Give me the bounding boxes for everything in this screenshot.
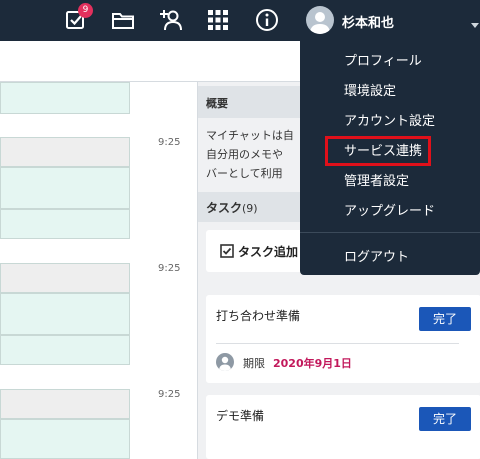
task-check-icon[interactable]: 9 xyxy=(63,3,93,33)
task-complete-button[interactable]: 完了 xyxy=(419,307,471,331)
message-time: 9:25 xyxy=(158,263,181,274)
apps-grid-icon[interactable] xyxy=(205,7,231,33)
add-contact-icon[interactable] xyxy=(158,7,184,33)
avatar xyxy=(306,6,334,34)
menu-item-logout[interactable]: ログアウト xyxy=(344,246,409,265)
overview-text: マイチャットは自 自分用のメモや バーとして利用 xyxy=(206,126,306,183)
due-label: 期限 xyxy=(243,357,265,370)
overview-line: 自分用のメモや xyxy=(206,148,283,161)
overview-line: マイチャットは自 xyxy=(206,129,294,142)
divider xyxy=(216,343,459,344)
task-item: 打ち合わせ準備 完了 期限 2020年9月1日 xyxy=(206,295,480,383)
task-count: (9) xyxy=(242,202,258,215)
overview-line: バーとして利用 xyxy=(206,167,283,180)
menu-item-account-settings[interactable]: アカウント設定 xyxy=(344,110,435,129)
task-complete-button[interactable]: 完了 xyxy=(419,407,471,431)
menu-item-upgrade[interactable]: アップグレード xyxy=(344,200,435,219)
info-icon[interactable] xyxy=(254,7,280,33)
message-time: 9:25 xyxy=(158,137,181,148)
task-count-badge: 9 xyxy=(78,3,93,18)
menu-item-service-integration[interactable]: サービス連携 xyxy=(344,140,422,159)
due-date: 2020年9月1日 xyxy=(273,357,352,370)
message-time: 9:25 xyxy=(158,389,181,400)
user-menu-button[interactable]: 杉本和也 xyxy=(300,0,480,41)
message-header xyxy=(0,263,130,293)
message-header xyxy=(0,389,130,419)
message-block xyxy=(0,167,130,209)
message-block xyxy=(0,419,130,459)
user-dropdown-menu: プロフィール 環境設定 アカウント設定 サービス連携 管理者設定 アップグレード… xyxy=(300,41,480,275)
message-block xyxy=(0,293,130,335)
menu-item-admin-settings[interactable]: 管理者設定 xyxy=(344,170,409,189)
checkbox-icon xyxy=(220,243,234,262)
message-block xyxy=(0,82,130,114)
menu-divider xyxy=(300,232,480,233)
message-header xyxy=(0,137,130,167)
task-title: タスク xyxy=(206,201,243,215)
chat-timeline: 9:25 9:25 9:25 xyxy=(0,82,197,459)
message-block xyxy=(0,335,130,365)
menu-item-profile[interactable]: プロフィール xyxy=(344,50,422,69)
assignee-avatar xyxy=(216,353,234,371)
chevron-down-icon xyxy=(470,15,480,34)
overview-title: 概要 xyxy=(206,97,228,110)
task-section-title: タスク(9) xyxy=(206,199,258,216)
menu-item-preferences[interactable]: 環境設定 xyxy=(344,80,396,99)
folder-icon[interactable] xyxy=(110,7,136,33)
task-name: デモ準備 xyxy=(216,409,265,423)
message-block xyxy=(0,209,130,239)
add-task-label: タスク追加 xyxy=(238,245,299,259)
top-navigation-bar: 9 杉本和也 xyxy=(0,0,480,41)
user-name: 杉本和也 xyxy=(342,16,395,31)
task-name: 打ち合わせ準備 xyxy=(216,309,301,323)
task-item: デモ準備 完了 xyxy=(206,395,480,459)
